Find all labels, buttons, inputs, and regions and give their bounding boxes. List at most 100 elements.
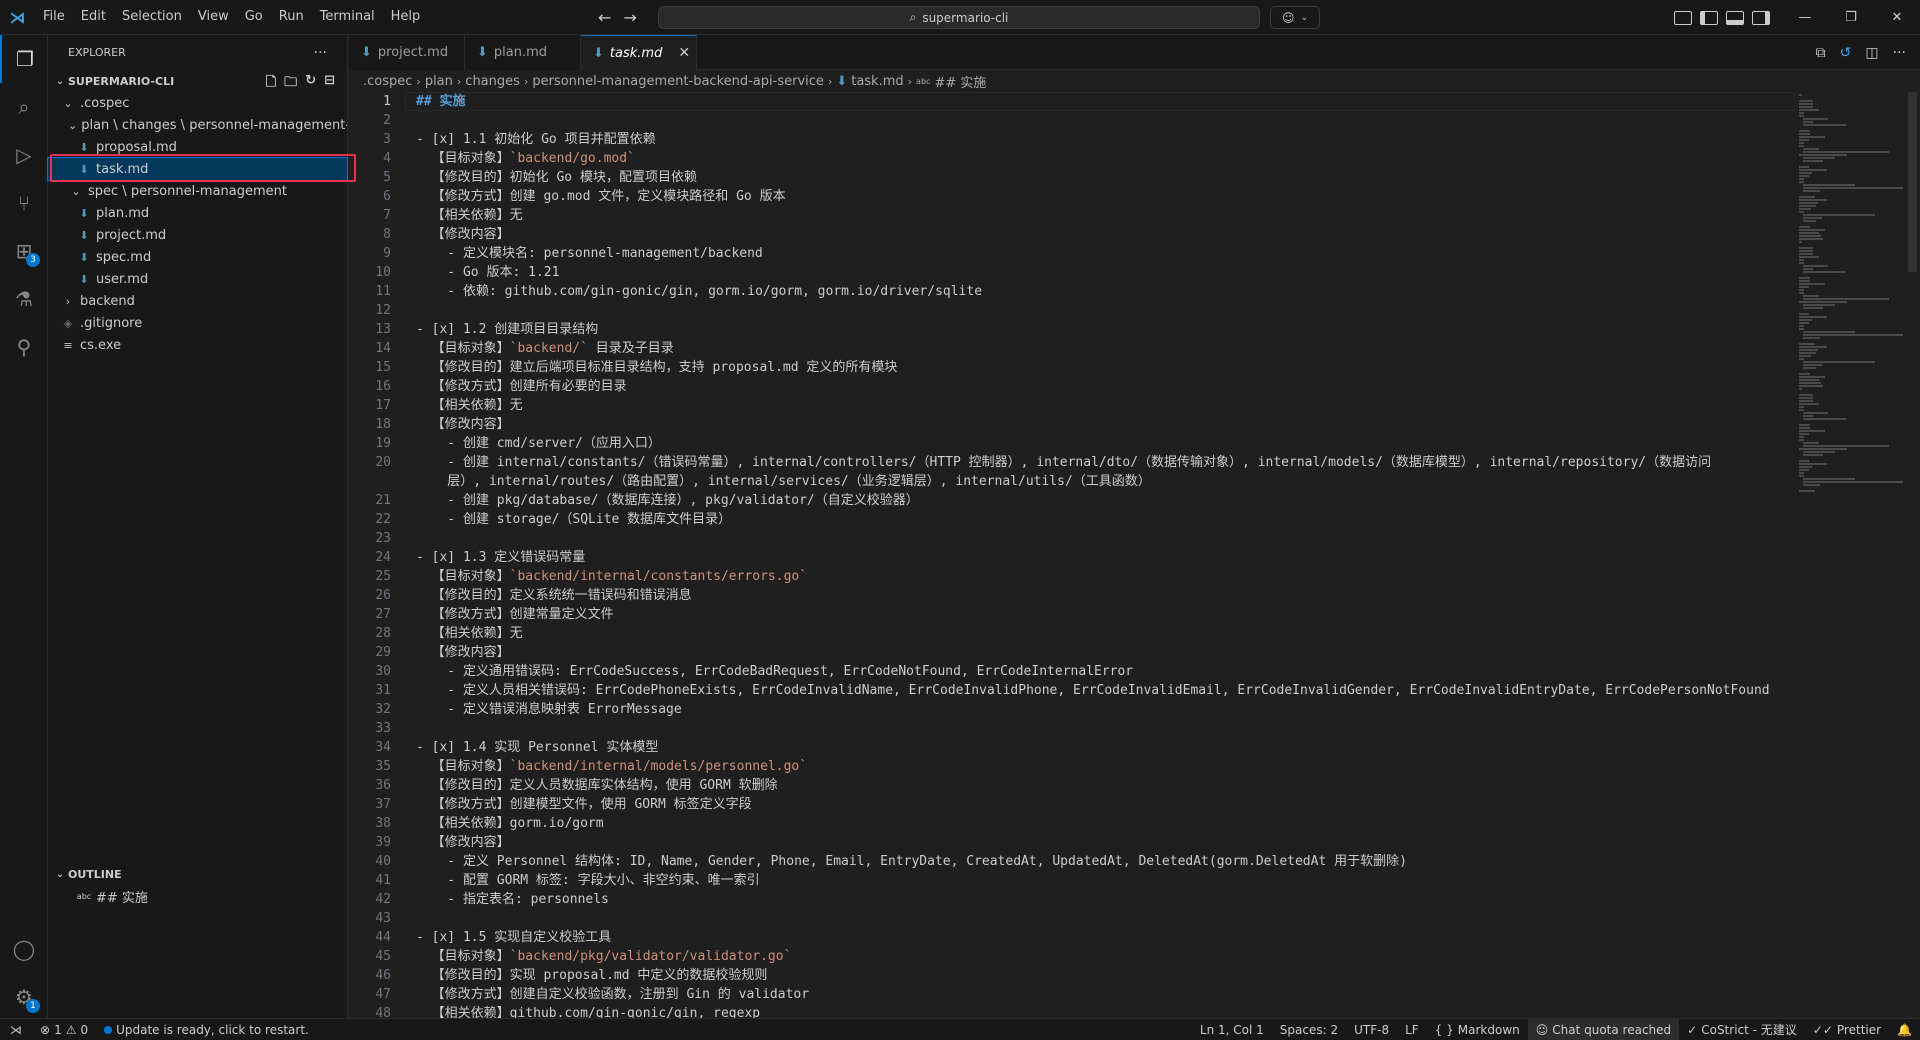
- outline-header[interactable]: ⌄ OUTLINE: [48, 863, 348, 885]
- minimap[interactable]: [1795, 92, 1905, 1018]
- minimap-line: [1803, 268, 1814, 270]
- cursor-position[interactable]: Ln 1, Col 1: [1192, 1019, 1272, 1040]
- split-editor-icon[interactable]: ◫: [1865, 45, 1878, 61]
- explorer-header: EXPLORER ···: [48, 35, 347, 70]
- editor-scrollbar[interactable]: [1905, 92, 1919, 1018]
- update-notice[interactable]: Update is ready, click to restart.: [96, 1019, 317, 1040]
- line-number: 41: [375, 873, 391, 888]
- update-text: Update is ready, click to restart.: [116, 1022, 309, 1037]
- code-segment: - [x] 1.3 定义错误码常量: [416, 550, 586, 565]
- end-of-line[interactable]: LF: [1397, 1019, 1427, 1040]
- restore-icon[interactable]: ❐: [1828, 0, 1874, 35]
- back-arrow-icon[interactable]: ←: [598, 8, 611, 27]
- menu-run[interactable]: Run: [271, 5, 312, 29]
- breadcrumb-item[interactable]: plan: [425, 74, 453, 89]
- tree-file-plan[interactable]: ⬇ plan.md: [48, 202, 347, 224]
- minimap-line: [1803, 217, 1823, 219]
- breadcrumb-item[interactable]: task.md: [851, 74, 903, 89]
- customize-layout-icon[interactable]: [1674, 10, 1692, 25]
- code-line: 22 - 创建 storage/（SQLite 数据库文件目录）: [349, 510, 731, 529]
- tree-folder-plan-changes[interactable]: ⌄ plan \ changes \ personnel-management-…: [48, 114, 347, 136]
- tab-plan-md[interactable]: ⬇ plan.md: [465, 35, 581, 70]
- minimap-line: [1799, 472, 1805, 474]
- menu-file[interactable]: File: [35, 5, 73, 29]
- explorer-icon[interactable]: ❐: [0, 35, 48, 83]
- costrict-status[interactable]: ✓ CoStrict - 无建议: [1679, 1019, 1805, 1040]
- minimap-line: [1803, 364, 1823, 366]
- menu-go[interactable]: Go: [237, 5, 271, 29]
- more-actions-icon[interactable]: ···: [314, 45, 327, 61]
- open-preview-icon[interactable]: ⧉: [1816, 45, 1826, 61]
- menu-view[interactable]: View: [190, 5, 237, 29]
- line-number: 13: [375, 322, 391, 337]
- search-view-icon[interactable]: ⌕: [0, 83, 48, 131]
- extensions-icon[interactable]: ⊞ 3: [0, 227, 48, 275]
- run-debug-icon[interactable]: ▷: [0, 131, 48, 179]
- problems-indicator[interactable]: ⊗ 1 ⚠ 0: [32, 1019, 96, 1040]
- notifications-bell-icon[interactable]: 🔔: [1889, 1019, 1920, 1040]
- copilot-button[interactable]: ☺ ⌄: [1270, 6, 1320, 29]
- menu-help[interactable]: Help: [383, 5, 429, 29]
- code-line: 28 【相关依赖】无: [349, 624, 522, 643]
- remote-indicator-icon[interactable]: ⋊: [0, 1019, 32, 1040]
- breadcrumb-item[interactable]: changes: [465, 74, 520, 89]
- account-icon[interactable]: ◯: [0, 925, 48, 973]
- more-actions-icon[interactable]: ···: [1893, 45, 1906, 61]
- toggle-secondary-sidebar-icon[interactable]: [1752, 10, 1770, 25]
- tree-folder-cospec[interactable]: ⌄ .cospec: [48, 92, 347, 114]
- settings-gear-icon[interactable]: ⚙ 1: [0, 973, 48, 1021]
- encoding[interactable]: UTF-8: [1346, 1019, 1397, 1040]
- line-number: 9: [383, 246, 391, 261]
- tree-file-spec[interactable]: ⬇ spec.md: [48, 246, 347, 268]
- code-text: 【修改方式】创建 go.mod 文件，定义模块路径和 Go 版本: [416, 187, 786, 206]
- code-text: 【修改目的】定义人员数据库实体结构，使用 GORM 软删除: [416, 776, 778, 795]
- tree-file-proposal[interactable]: ⬇ proposal.md: [48, 136, 347, 158]
- minimap-line: [1803, 481, 1903, 483]
- menu-selection[interactable]: Selection: [114, 5, 190, 29]
- command-center-search[interactable]: ⌕ supermario-cli: [658, 6, 1260, 29]
- source-control-icon[interactable]: ⑂: [0, 179, 48, 227]
- close-window-icon[interactable]: ✕: [1874, 0, 1920, 35]
- tab-project-md[interactable]: ⬇ project.md: [349, 35, 465, 70]
- testing-icon[interactable]: ⚗: [0, 275, 48, 323]
- tree-folder-spec[interactable]: ⌄ spec \ personnel-management: [48, 180, 347, 202]
- scrollbar-thumb[interactable]: [1908, 92, 1917, 272]
- compare-changes-icon[interactable]: ↺: [1840, 45, 1852, 61]
- menu-edit[interactable]: Edit: [73, 5, 114, 29]
- code-text: 【修改内容】: [416, 415, 510, 434]
- breadcrumb-item[interactable]: .cospec: [363, 74, 412, 89]
- minimap-line: [1803, 121, 1814, 123]
- breadcrumb-item[interactable]: personnel-management-backend-api-service: [532, 74, 824, 89]
- tree-folder-backend[interactable]: › backend: [48, 290, 347, 312]
- minimap-line: [1799, 346, 1827, 348]
- menu-terminal[interactable]: Terminal: [312, 5, 383, 29]
- code-text: - [x] 1.3 定义错误码常量: [416, 548, 585, 567]
- workspace-root-header[interactable]: ⌄ SUPERMARIO-CLI 🗋 🗀 ↻ ⊟: [48, 70, 347, 92]
- tree-file-user[interactable]: ⬇ user.md: [48, 268, 347, 290]
- tab-task-md[interactable]: ⬇ task.md ✕: [581, 35, 697, 70]
- remote-explorer-icon[interactable]: ⚲: [0, 323, 48, 371]
- tree-label: .gitignore: [80, 315, 143, 331]
- tree-file-task[interactable]: ⬇ task.md: [47, 157, 348, 181]
- tree-file-gitignore[interactable]: ◈ .gitignore: [48, 312, 347, 334]
- tree-file-project[interactable]: ⬇ project.md: [48, 224, 347, 246]
- chat-status[interactable]: ☺ Chat quota reached: [1527, 1019, 1680, 1040]
- minimap-line: [1799, 166, 1810, 168]
- chat-label: Chat quota reached: [1552, 1023, 1672, 1037]
- close-tab-icon[interactable]: ✕: [678, 45, 690, 61]
- prettier-status[interactable]: ✓✓ Prettier: [1805, 1019, 1889, 1040]
- code-segment: - 定义模块名: personnel-management/backend: [416, 246, 763, 261]
- forward-arrow-icon[interactable]: →: [623, 8, 636, 27]
- window-controls: — ❐ ✕: [1782, 0, 1920, 35]
- code-editor[interactable]: 1 ## 实施 2 3- [x] 1.1 初始化 Go 项目并配置依赖 4 【目标对象】…: [349, 92, 1799, 1018]
- code-segment: 【修改目的】建立后端项目标准目录结构，支持 proposal.md 定义的所有模…: [416, 360, 898, 375]
- language-mode[interactable]: { } Markdown: [1427, 1019, 1528, 1040]
- toggle-panel-icon[interactable]: [1726, 10, 1744, 25]
- toggle-primary-sidebar-icon[interactable]: [1700, 10, 1718, 25]
- breadcrumb-item[interactable]: ## 实施: [934, 72, 986, 91]
- tree-file-cs-exe[interactable]: ≡ cs.exe: [48, 334, 347, 356]
- indentation[interactable]: Spaces: 2: [1272, 1019, 1346, 1040]
- inline-code: `backend/go.mod`: [509, 151, 635, 166]
- minimize-icon[interactable]: —: [1782, 0, 1828, 35]
- outline-item[interactable]: abc ## 实施: [48, 885, 348, 907]
